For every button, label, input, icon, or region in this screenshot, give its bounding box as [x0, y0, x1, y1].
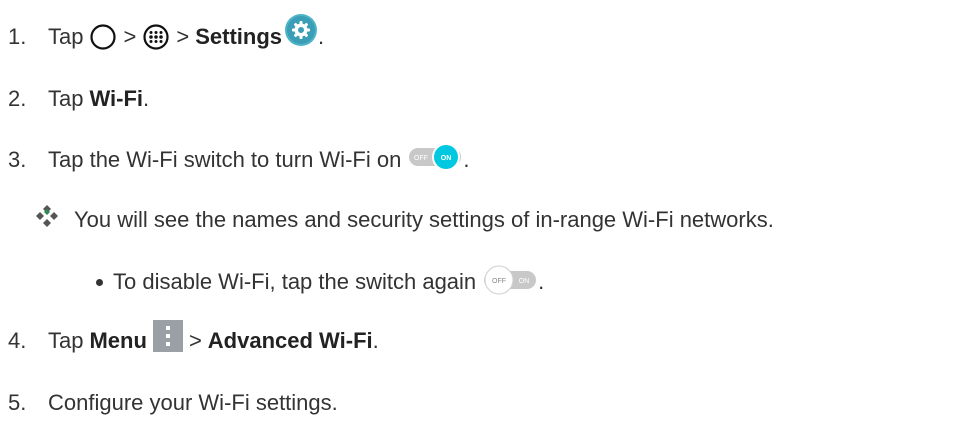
period: .: [463, 147, 470, 172]
diamond-bullet-icon: [36, 205, 58, 227]
arrow-separator: >: [188, 328, 202, 353]
step-text: Tap the Wi-Fi switch to turn Wi-Fi on: [48, 147, 402, 172]
wifi-label: Wi-Fi: [89, 86, 144, 111]
period: .: [318, 24, 325, 49]
note: You will see the names and security sett…: [34, 205, 774, 234]
settings-gear-icon: [285, 14, 317, 46]
switch-off-text: OFF: [414, 155, 428, 162]
step-5: 5. Configure your Wi-Fi settings.: [8, 389, 338, 417]
apps-icon: [143, 24, 169, 50]
bullet-item: To disable Wi-Fi, tap the switch again O…: [96, 265, 545, 296]
step-4: 4. Tap Menu > Advanced Wi-Fi .: [8, 320, 379, 355]
period: .: [143, 86, 150, 111]
menu-label: Menu: [89, 328, 147, 353]
step-number: 1.: [8, 24, 27, 49]
step-number: 3.: [8, 147, 27, 172]
step-number: 5.: [8, 390, 27, 415]
step-number: 2.: [8, 86, 27, 111]
menu-icon: [152, 320, 183, 352]
period: .: [538, 269, 545, 294]
step-3: 3. Tap the Wi-Fi switch to turn Wi-Fi on…: [8, 143, 470, 174]
home-circle-icon: [90, 24, 117, 50]
wifi-switch-off-icon: ON OFF: [484, 265, 537, 295]
step-number: 4.: [8, 328, 27, 353]
arrow-separator: >: [123, 24, 137, 49]
step-text: Configure your Wi-Fi settings.: [48, 390, 338, 415]
bullet-text: To disable Wi-Fi, tap the switch again: [113, 269, 477, 294]
switch-off-text: OFF: [492, 278, 506, 285]
period: .: [372, 328, 379, 353]
step-2: 2. Tap Wi-Fi .: [8, 85, 149, 113]
wifi-switch-on-icon: OFF ON: [409, 143, 462, 171]
step-1: 1. Tap > > Settings .: [8, 14, 325, 51]
switch-on-text: ON: [519, 278, 530, 285]
advanced-wifi-label: Advanced Wi-Fi: [207, 328, 373, 353]
settings-label: Settings: [195, 24, 282, 49]
step-text: Tap: [48, 86, 84, 111]
note-text: You will see the names and security sett…: [74, 207, 774, 232]
bullet-dot: [96, 278, 103, 286]
switch-on-text: ON: [441, 155, 452, 162]
arrow-separator: >: [176, 24, 190, 49]
step-text: Tap: [48, 24, 84, 49]
step-text: Tap: [48, 328, 84, 353]
